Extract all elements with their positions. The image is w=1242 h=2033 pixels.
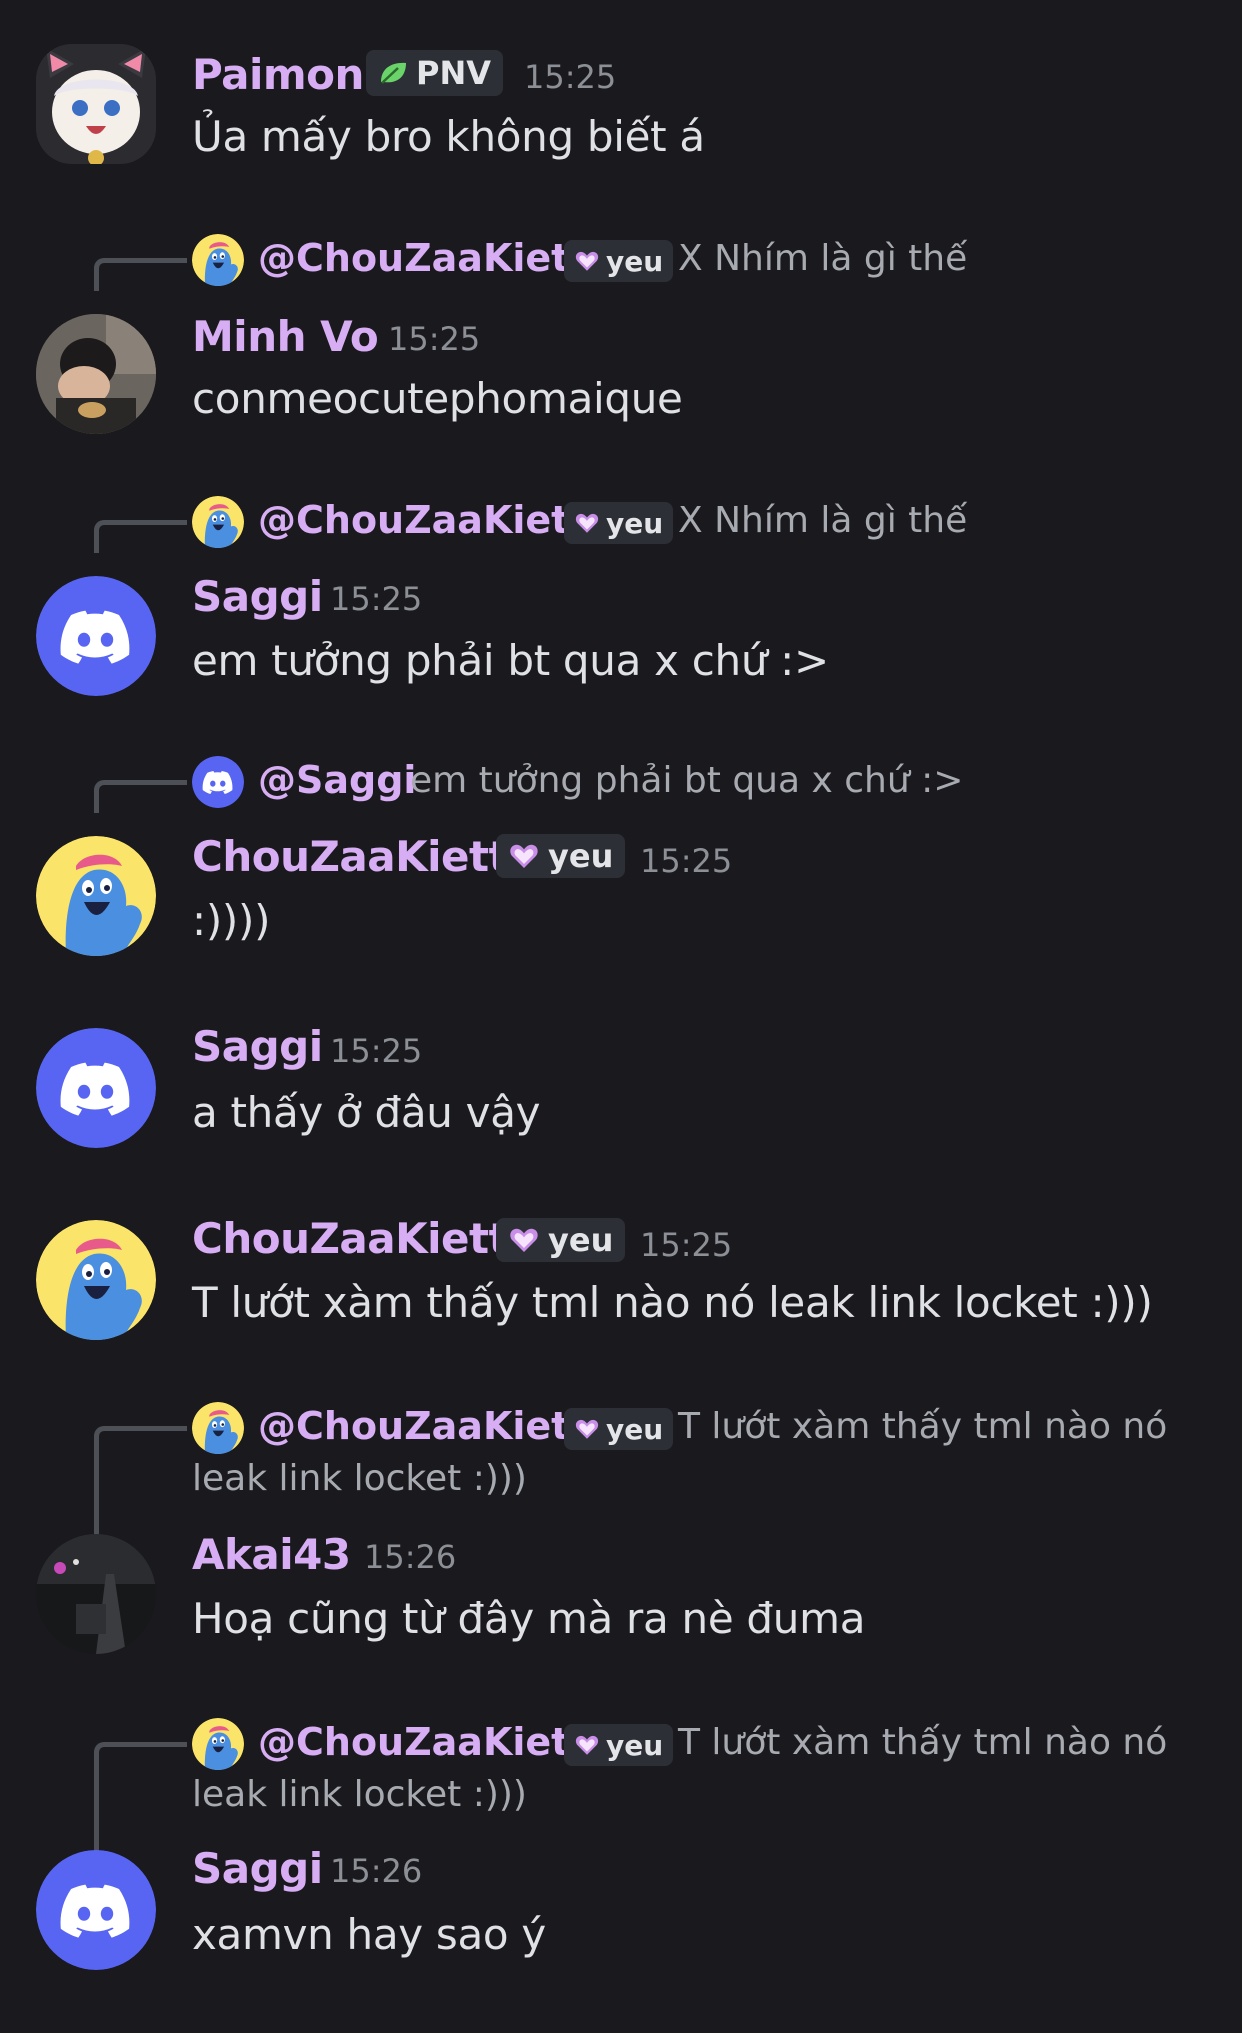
reply-role-tag-label: yeu <box>606 506 664 540</box>
reply-preview-continued[interactable]: leak link locket :))) <box>192 1774 527 1815</box>
message-text: a thấy ở đâu vậy <box>192 1088 541 1137</box>
reply-avatar <box>192 234 244 286</box>
reply-role-tag-label: yeu <box>606 244 664 278</box>
author-name[interactable]: Saggi <box>192 1844 323 1893</box>
heart-badge-icon <box>574 1732 600 1758</box>
message-text: em tưởng phải bt qua x chứ :> <box>192 636 829 685</box>
reply-connector <box>94 1426 187 1535</box>
message-text: Ủa mấy bro không biết á <box>192 112 705 161</box>
discord-avatar[interactable] <box>36 1028 156 1148</box>
message-text: xamvn hay sao ý <box>192 1910 546 1959</box>
reply-preview[interactable]: X Nhím là gì thế <box>678 238 967 279</box>
role-tag[interactable]: yeu <box>496 834 626 878</box>
reply-author[interactable]: @ChouZaaKiett <box>258 1404 588 1448</box>
blue-creature-avatar[interactable] <box>36 1220 156 1340</box>
reply-avatar <box>192 756 244 808</box>
message-text: conmeocutephomaique <box>192 374 683 423</box>
heart-badge-icon <box>508 840 540 872</box>
timestamp: 15:25 <box>330 1032 423 1070</box>
role-tag[interactable]: PNV <box>366 50 503 96</box>
timestamp: 15:25 <box>330 580 423 618</box>
reply-connector <box>94 520 187 553</box>
message-text: Hoạ cũng từ đây mà ra nè đuma <box>192 1594 866 1643</box>
reply-preview-continued[interactable]: leak link locket :))) <box>192 1458 527 1499</box>
heart-badge-icon <box>574 510 600 536</box>
timestamp: 15:25 <box>640 842 733 880</box>
author-name[interactable]: Paimon <box>192 50 364 99</box>
timestamp: 15:25 <box>524 58 617 96</box>
author-name[interactable]: Akai43 <box>192 1530 351 1579</box>
reply-role-tag: yeu <box>564 1408 674 1450</box>
role-tag[interactable]: yeu <box>496 1218 626 1262</box>
timestamp: 15:25 <box>640 1226 733 1264</box>
message-text: :)))) <box>192 896 271 945</box>
reply-connector <box>94 258 187 291</box>
heart-badge-icon <box>574 1416 600 1442</box>
reply-preview[interactable]: T lướt xàm thấy tml nào nó <box>678 1406 1167 1447</box>
role-tag-label: yeu <box>548 1221 614 1259</box>
discord-avatar[interactable] <box>36 576 156 696</box>
photo-avatar[interactable] <box>36 314 156 434</box>
reply-author[interactable]: @Saggi <box>258 758 416 802</box>
discord-avatar[interactable] <box>36 1850 156 1970</box>
reply-role-tag-label: yeu <box>606 1728 664 1762</box>
author-name[interactable]: Saggi <box>192 572 323 621</box>
reply-author[interactable]: @ChouZaaKiett <box>258 1720 588 1764</box>
reply-author[interactable]: @ChouZaaKiett <box>258 236 588 280</box>
reply-preview[interactable]: em tưởng phải bt qua x chứ :> <box>410 760 963 801</box>
reply-role-tag-label: yeu <box>606 1412 664 1446</box>
reply-preview[interactable]: X Nhím là gì thế <box>678 500 967 541</box>
reply-avatar <box>192 1718 244 1770</box>
reply-author[interactable]: @ChouZaaKiett <box>258 498 588 542</box>
reply-avatar <box>192 496 244 548</box>
author-name[interactable]: ChouZaaKiett <box>192 1214 509 1263</box>
timestamp: 15:26 <box>330 1852 423 1890</box>
blue-creature-avatar[interactable] <box>36 836 156 956</box>
leaf-icon <box>381 62 406 84</box>
role-tag-label: PNV <box>416 54 491 92</box>
reply-connector <box>94 780 187 813</box>
reply-role-tag: yeu <box>564 240 674 282</box>
author-name[interactable]: ChouZaaKiett <box>192 832 509 881</box>
timestamp: 15:25 <box>388 320 481 358</box>
role-tag-label: yeu <box>548 837 614 875</box>
message-text: T lướt xàm thấy tml nào nó leak link loc… <box>192 1278 1153 1327</box>
reply-role-tag: yeu <box>564 1724 674 1766</box>
reply-role-tag: yeu <box>564 502 674 544</box>
reply-preview[interactable]: T lướt xàm thấy tml nào nó <box>678 1722 1167 1763</box>
heart-badge-icon <box>574 248 600 274</box>
timestamp: 15:26 <box>364 1538 457 1576</box>
paimon-avatar[interactable] <box>36 44 156 164</box>
author-name[interactable]: Saggi <box>192 1022 323 1071</box>
night-photo-avatar[interactable] <box>36 1534 156 1654</box>
heart-badge-icon <box>508 1224 540 1256</box>
reply-connector <box>94 1742 187 1851</box>
reply-avatar <box>192 1402 244 1454</box>
author-name[interactable]: Minh Vo <box>192 312 379 361</box>
